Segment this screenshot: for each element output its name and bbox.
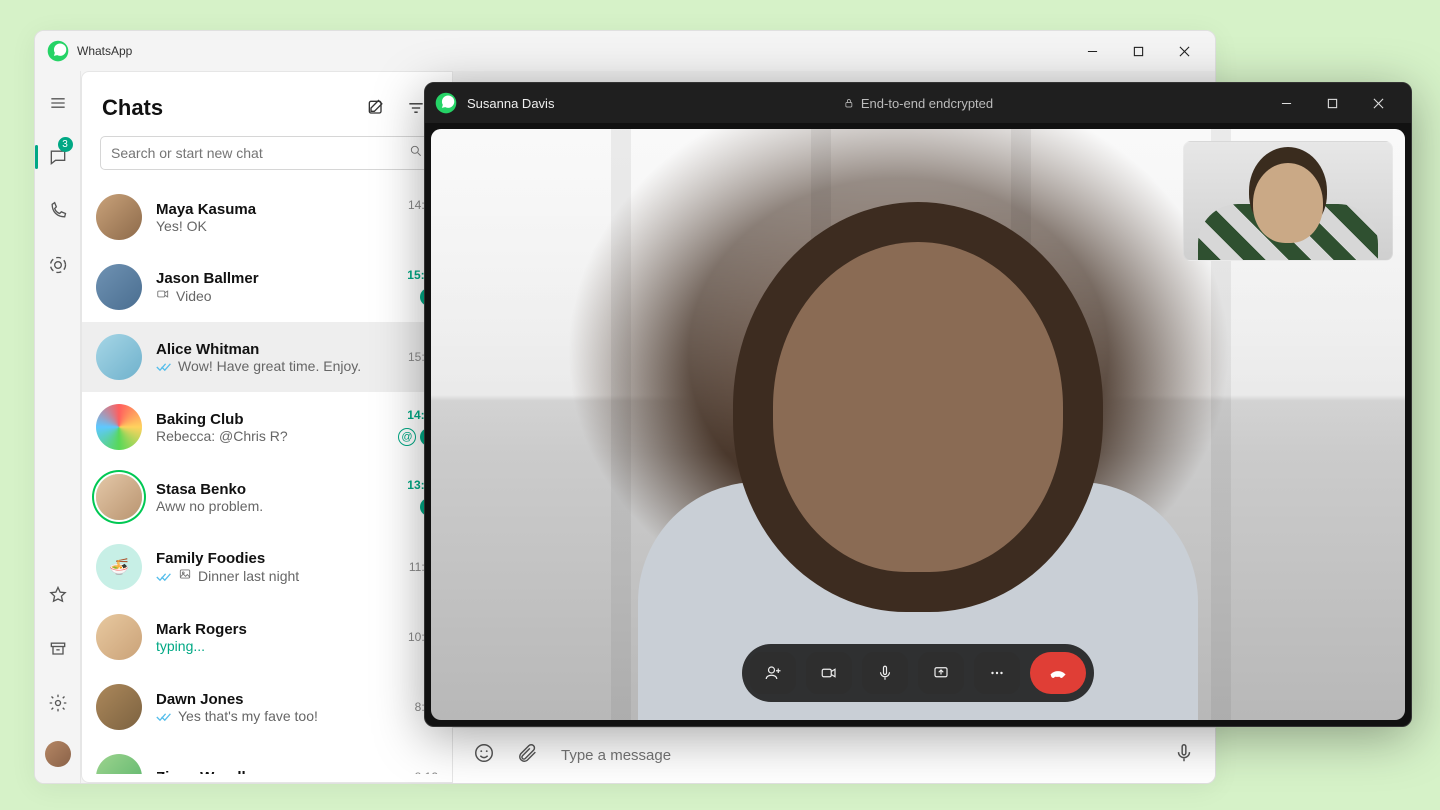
more-options-button[interactable]: [974, 652, 1020, 694]
read-ticks-icon: [156, 570, 172, 582]
rail-starred-button[interactable]: [35, 579, 81, 611]
chat-item[interactable]: Baking Club Rebecca: @Chris R? 14:44 @ 1: [82, 392, 452, 462]
read-ticks-icon: [156, 710, 172, 722]
call-encryption-label: End-to-end endcrypted: [843, 96, 993, 111]
chat-name: Dawn Jones: [156, 691, 401, 708]
whatsapp-logo-icon: [435, 92, 457, 114]
avatar: [96, 474, 142, 520]
search-input-wrap[interactable]: [100, 136, 434, 170]
rail-archive-button[interactable]: [35, 633, 81, 665]
call-titlebar: Susanna Davis End-to-end endcrypted: [425, 83, 1411, 123]
message-input[interactable]: [561, 747, 1151, 764]
mention-badge: @: [398, 428, 416, 446]
rail-settings-button[interactable]: [35, 687, 81, 719]
chat-item[interactable]: Mark Rogers typing... 10:55: [82, 602, 452, 672]
add-participant-button[interactable]: [750, 652, 796, 694]
chat-item[interactable]: Maya Kasuma Yes! OK 14:55: [82, 182, 452, 252]
chat-item[interactable]: Ziggy Woodley 8:12: [82, 742, 452, 774]
call-minimize-button[interactable]: [1263, 83, 1309, 123]
chat-preview: Rebecca: @Chris R?: [156, 428, 384, 444]
chat-preview: Dinner last night: [198, 568, 299, 584]
chat-preview: typing...: [156, 638, 394, 654]
toggle-camera-button[interactable]: [806, 652, 852, 694]
app-title: WhatsApp: [77, 44, 132, 58]
avatar: [96, 614, 142, 660]
call-peer-name: Susanna Davis: [467, 96, 554, 111]
message-composer: [453, 727, 1215, 783]
chat-name: Stasa Benko: [156, 481, 393, 498]
voice-message-button[interactable]: [1173, 742, 1195, 769]
lock-icon: [843, 97, 855, 109]
chat-name: Alice Whitman: [156, 341, 394, 358]
chat-sidebar: Chats Maya Kas: [81, 71, 453, 783]
chat-preview: Wow! Have great time. Enjoy.: [178, 358, 361, 374]
whatsapp-logo-icon: [47, 40, 69, 62]
rail-calls-button[interactable]: [35, 195, 81, 227]
maximize-button[interactable]: [1115, 31, 1161, 71]
chat-time: 8:12: [415, 770, 438, 774]
attach-button[interactable]: [517, 742, 539, 769]
rail-status-button[interactable]: [35, 249, 81, 281]
chat-name: Maya Kasuma: [156, 201, 394, 218]
avatar: [96, 264, 142, 310]
image-icon: [178, 567, 192, 584]
chat-name: Jason Ballmer: [156, 270, 393, 287]
avatar: [96, 684, 142, 730]
end-call-button[interactable]: [1030, 652, 1086, 694]
self-video-pip[interactable]: [1183, 141, 1393, 261]
read-ticks-icon: [156, 360, 172, 372]
chat-item[interactable]: Dawn Jones Yes that's my fave too! 8:33: [82, 672, 452, 742]
chat-name: Family Foodies: [156, 550, 395, 567]
rail-profile-avatar[interactable]: [45, 741, 71, 767]
chat-preview: Yes! OK: [156, 218, 394, 234]
nav-rail: 3: [35, 71, 81, 783]
chat-item[interactable]: Stasa Benko Aww no problem. 13:58 2: [82, 462, 452, 532]
rail-menu-button[interactable]: [35, 87, 81, 119]
avatar: [96, 194, 142, 240]
chat-preview: Yes that's my fave too!: [178, 708, 318, 724]
call-controls: [742, 644, 1094, 702]
avatar: 🍜: [96, 544, 142, 590]
chat-item[interactable]: 🍜 Family Foodies Dinner last night 11:23: [82, 532, 452, 602]
chat-item[interactable]: Alice Whitman Wow! Have great time. Enjo…: [82, 322, 452, 392]
new-chat-button[interactable]: [360, 92, 392, 124]
avatar: [96, 754, 142, 774]
emoji-button[interactable]: [473, 742, 495, 769]
chats-unread-badge: 3: [58, 137, 73, 152]
toggle-mic-button[interactable]: [862, 652, 908, 694]
search-input[interactable]: [111, 145, 409, 161]
minimize-button[interactable]: [1069, 31, 1115, 71]
chat-name: Mark Rogers: [156, 621, 394, 638]
avatar: [96, 334, 142, 380]
call-maximize-button[interactable]: [1309, 83, 1355, 123]
rail-chats-button[interactable]: 3: [35, 141, 81, 173]
avatar: [96, 404, 142, 450]
chat-preview: Aww no problem.: [156, 498, 393, 514]
search-icon: [409, 144, 423, 163]
chat-list[interactable]: Maya Kasuma Yes! OK 14:55 Jason Ballmer: [82, 182, 452, 774]
chat-preview: Video: [176, 288, 212, 304]
call-close-button[interactable]: [1355, 83, 1401, 123]
window-controls: [1069, 31, 1207, 71]
titlebar: WhatsApp: [35, 31, 1215, 71]
call-window: Susanna Davis End-to-end endcrypted: [424, 82, 1412, 727]
share-screen-button[interactable]: [918, 652, 964, 694]
sidebar-title: Chats: [102, 95, 352, 121]
chat-name: Ziggy Woodley: [156, 769, 401, 775]
call-video-stage: [431, 129, 1405, 720]
chat-name: Baking Club: [156, 411, 384, 428]
remote-video: [638, 202, 1198, 720]
chat-item[interactable]: Jason Ballmer Video 15:22 3: [82, 252, 452, 322]
video-icon: [156, 287, 170, 304]
close-button[interactable]: [1161, 31, 1207, 71]
